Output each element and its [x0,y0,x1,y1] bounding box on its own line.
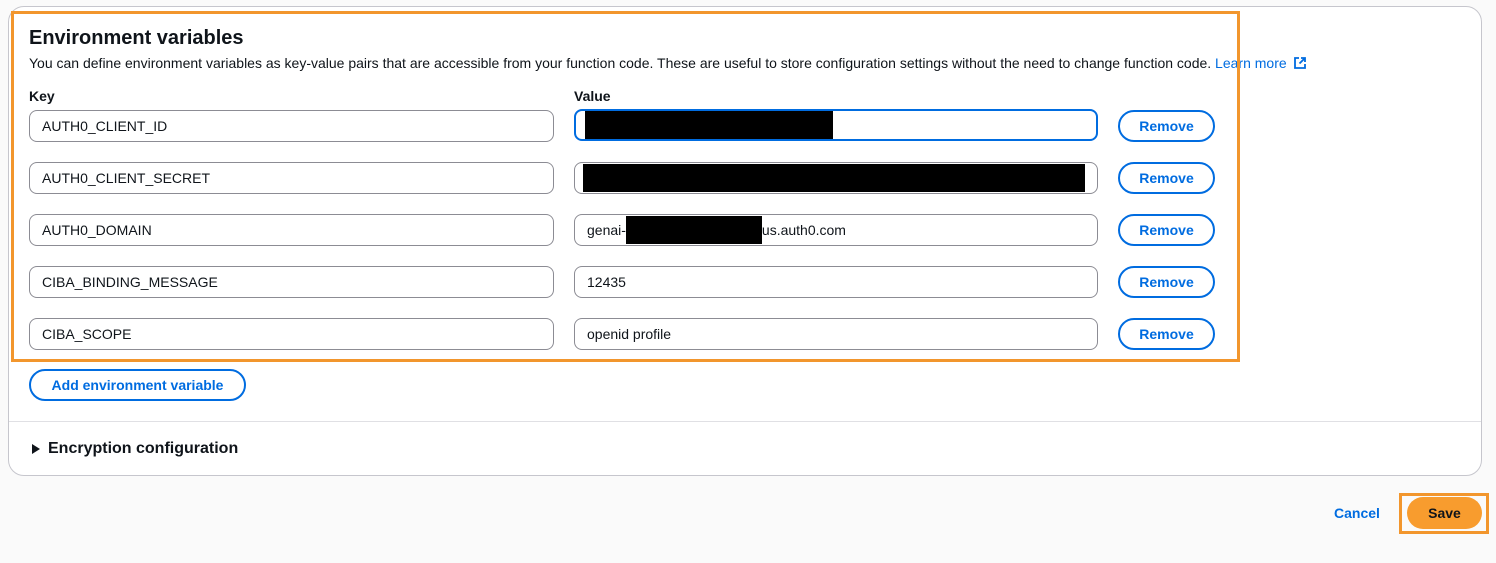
encryption-configuration-expander[interactable]: Encryption configuration [32,440,238,458]
key-input-2[interactable]: AUTH0_CLIENT_SECRET [29,162,554,194]
key-input-5[interactable]: CIBA_SCOPE [29,318,554,350]
key-input-4[interactable]: CIBA_BINDING_MESSAGE [29,266,554,298]
encryption-configuration-label: Encryption configuration [48,440,239,457]
section-divider [9,421,1481,422]
value-input-3[interactable]: genai- us.auth0.com [574,214,1098,246]
remove-button-3[interactable]: Remove [1118,214,1215,246]
add-environment-variable-button[interactable]: Add environment variable [29,369,246,401]
key-input-1[interactable]: AUTH0_CLIENT_ID [29,110,554,142]
external-link-icon [1293,57,1306,69]
remove-button-4[interactable]: Remove [1118,266,1215,298]
remove-button-1[interactable]: Remove [1118,110,1215,142]
value-suffix: us.auth0.com [761,222,846,238]
value-prefix: genai- [587,222,626,238]
remove-button-5[interactable]: Remove [1118,318,1215,350]
redacted-value [583,164,1085,192]
description-text: You can define environment variables as … [29,55,1212,71]
caret-right-icon [32,444,40,454]
key-input-3[interactable]: AUTH0_DOMAIN [29,214,554,246]
learn-more-link[interactable]: Learn more [1215,55,1307,71]
save-button[interactable]: Save [1407,497,1482,529]
value-input-5[interactable]: openid profile [574,318,1098,350]
redacted-value [585,111,833,139]
learn-more-label: Learn more [1215,55,1287,71]
remove-button-2[interactable]: Remove [1118,162,1215,194]
key-column-label: Key [29,88,55,104]
value-column-label: Value [574,88,611,104]
cancel-button[interactable]: Cancel [1334,505,1380,521]
section-description: You can define environment variables as … [29,55,1307,71]
redacted-value [625,216,762,244]
section-title: Environment variables [29,27,244,49]
value-input-1[interactable] [574,109,1098,141]
value-input-4[interactable]: 12435 [574,266,1098,298]
value-input-2[interactable] [574,162,1098,194]
